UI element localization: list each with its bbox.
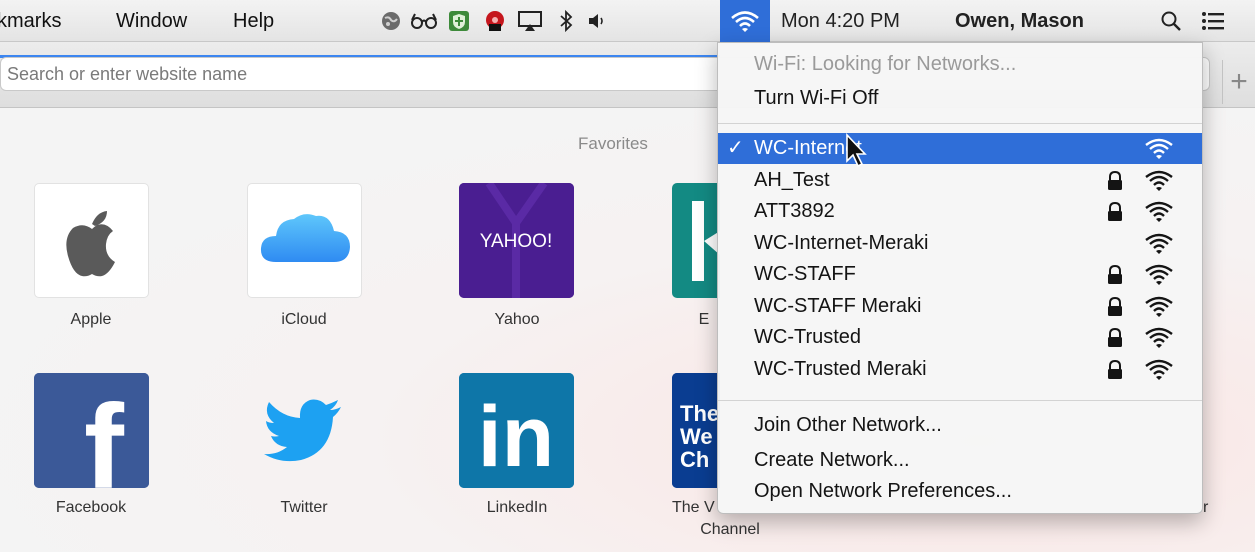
favorites-heading: Favorites bbox=[578, 134, 648, 153]
wifi-menu: Wi-Fi: Looking for Networks... Turn Wi-F… bbox=[717, 42, 1203, 514]
apple-icon bbox=[66, 211, 115, 277]
network-item[interactable]: ✓ WC-Internet bbox=[718, 133, 1202, 164]
yahoo-icon: YAHOO! bbox=[459, 183, 574, 298]
wifi-signal-icon bbox=[1145, 138, 1173, 159]
menu-bar: kmarks Window Help Mon 4:20 PM Owen, Mas… bbox=[0, 0, 1255, 42]
join-other-network[interactable]: Join Other Network... bbox=[718, 410, 1202, 441]
favorite-label: LinkedIn bbox=[486, 499, 548, 516]
network-name: ATT3892 bbox=[754, 200, 835, 222]
favorite-label: iCloud bbox=[281, 311, 327, 328]
bluetooth-icon[interactable] bbox=[551, 6, 581, 36]
spotlight-icon[interactable] bbox=[1156, 6, 1186, 36]
facebook-icon: f bbox=[34, 373, 149, 488]
menu-separator bbox=[718, 123, 1202, 124]
wifi-signal-icon bbox=[1145, 233, 1173, 254]
weather-channel-icon: The We Ch bbox=[672, 373, 720, 488]
menu-clock[interactable]: Mon 4:20 PM bbox=[781, 0, 900, 42]
network-name: WC-STAFF Meraki bbox=[754, 295, 922, 317]
linkedin-logo-text: in bbox=[478, 389, 554, 485]
globe-icon[interactable] bbox=[376, 6, 406, 36]
lock-icon bbox=[1108, 297, 1122, 316]
network-item[interactable]: WC-STAFF bbox=[718, 259, 1202, 290]
lock-icon bbox=[1108, 265, 1122, 284]
wifi-signal-icon bbox=[1145, 296, 1173, 317]
favorite-bing[interactable] bbox=[672, 183, 720, 298]
create-network[interactable]: Create Network... bbox=[718, 445, 1202, 476]
network-item[interactable]: WC-STAFF Meraki bbox=[718, 291, 1202, 322]
open-network-preferences[interactable]: Open Network Preferences... bbox=[718, 476, 1202, 507]
menu-separator bbox=[718, 400, 1202, 401]
facebook-logo-text: f bbox=[84, 380, 125, 488]
new-tab-button[interactable]: + bbox=[1222, 60, 1255, 104]
lock-icon bbox=[1108, 328, 1122, 347]
menu-window[interactable]: Window bbox=[116, 0, 187, 42]
network-name: WC-Internet-Meraki bbox=[754, 232, 929, 254]
network-name: WC-Trusted Meraki bbox=[754, 358, 927, 380]
yahoo-logo-text: YAHOO! bbox=[480, 231, 553, 252]
favorite-label-partial: r bbox=[1203, 499, 1209, 516]
weather-logo-line: Ch bbox=[680, 447, 709, 472]
fast-user-switch[interactable]: Owen, Mason bbox=[955, 0, 1084, 42]
antivirus-icon[interactable] bbox=[480, 6, 510, 36]
turn-wifi-off[interactable]: Turn Wi-Fi Off bbox=[718, 83, 1202, 114]
airplay-icon[interactable] bbox=[515, 6, 545, 36]
menu-help[interactable]: Help bbox=[233, 0, 274, 42]
wifi-icon[interactable] bbox=[720, 0, 770, 42]
lock-icon bbox=[1108, 360, 1122, 379]
favorite-facebook[interactable]: f bbox=[34, 373, 149, 488]
bing-icon bbox=[692, 201, 720, 281]
weather-logo-line: We bbox=[680, 424, 713, 449]
mouse-cursor-icon bbox=[846, 133, 867, 168]
network-name: WC-Trusted bbox=[754, 326, 862, 348]
wifi-signal-icon bbox=[1145, 359, 1173, 380]
icloud-icon bbox=[260, 214, 350, 262]
favorite-linkedin[interactable]: in bbox=[459, 373, 574, 488]
linkedin-icon: in bbox=[459, 373, 574, 488]
glasses-icon[interactable] bbox=[409, 6, 439, 36]
wifi-signal-icon bbox=[1145, 264, 1173, 285]
menu-bookmarks[interactable]: kmarks bbox=[0, 0, 61, 42]
network-name: AH_Test bbox=[754, 169, 830, 191]
favorite-twitter[interactable] bbox=[247, 373, 362, 488]
favorite-yahoo[interactable]: YAHOO! bbox=[459, 183, 574, 298]
wifi-signal-icon bbox=[1145, 327, 1173, 348]
volume-icon[interactable] bbox=[583, 6, 613, 36]
favorite-label: Facebook bbox=[55, 499, 127, 516]
network-item[interactable]: WC-Trusted Meraki bbox=[718, 354, 1202, 385]
twitter-icon bbox=[264, 399, 341, 462]
network-item[interactable]: WC-Internet-Meraki bbox=[718, 228, 1202, 259]
wifi-signal-icon bbox=[1145, 201, 1173, 222]
notification-center-icon[interactable] bbox=[1198, 6, 1228, 36]
favorite-label-line2: Channel bbox=[700, 521, 760, 538]
favorite-label: Yahoo bbox=[494, 311, 540, 328]
network-item[interactable]: AH_Test bbox=[718, 165, 1202, 196]
checkmark-icon: ✓ bbox=[727, 137, 744, 159]
wifi-status: Wi-Fi: Looking for Networks... bbox=[754, 53, 1017, 75]
network-item[interactable]: ATT3892 bbox=[718, 196, 1202, 227]
lock-icon bbox=[1108, 171, 1122, 190]
favorite-icloud[interactable] bbox=[247, 183, 362, 298]
weather-logo-line: The bbox=[680, 401, 719, 426]
favorite-apple[interactable] bbox=[34, 183, 149, 298]
network-item[interactable]: WC-Trusted bbox=[718, 322, 1202, 353]
network-name: WC-STAFF bbox=[754, 263, 856, 285]
shield-icon[interactable] bbox=[444, 6, 474, 36]
wifi-signal-icon bbox=[1145, 170, 1173, 191]
lock-icon bbox=[1108, 202, 1122, 221]
favorite-weather-channel[interactable]: The We Ch bbox=[672, 373, 720, 488]
favorite-label: Apple bbox=[70, 311, 112, 328]
favorite-label: Twitter bbox=[280, 499, 328, 516]
